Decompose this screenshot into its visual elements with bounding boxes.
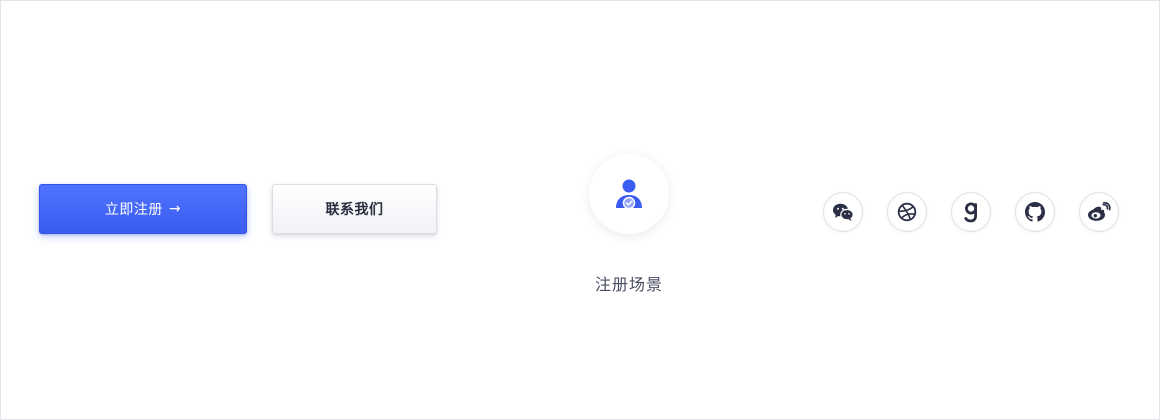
registration-scene-avatar xyxy=(589,154,669,234)
github-icon xyxy=(1025,202,1045,222)
social-goodreads-button[interactable] xyxy=(951,192,991,232)
registration-scene-label: 注册场景 xyxy=(594,275,663,294)
arrow-right-icon: → xyxy=(168,201,182,217)
register-now-button[interactable]: 立即注册 → xyxy=(39,184,247,234)
canvas: 立即注册 → 联系我们 注册场景 xyxy=(0,0,1160,420)
social-weibo-button[interactable] xyxy=(1079,192,1119,232)
contact-us-label: 联系我们 xyxy=(325,202,384,218)
social-github-button[interactable] xyxy=(1015,192,1055,232)
register-now-label: 立即注册 xyxy=(104,202,163,218)
dribbble-icon xyxy=(897,202,917,222)
wechat-icon xyxy=(833,203,854,221)
social-wechat-button[interactable] xyxy=(823,192,863,232)
social-dribbble-button[interactable] xyxy=(887,192,927,232)
contact-us-button[interactable]: 联系我们 xyxy=(272,184,437,234)
weibo-icon xyxy=(1088,202,1111,221)
goodreads-icon xyxy=(964,202,977,223)
user-verified-icon xyxy=(616,179,642,210)
